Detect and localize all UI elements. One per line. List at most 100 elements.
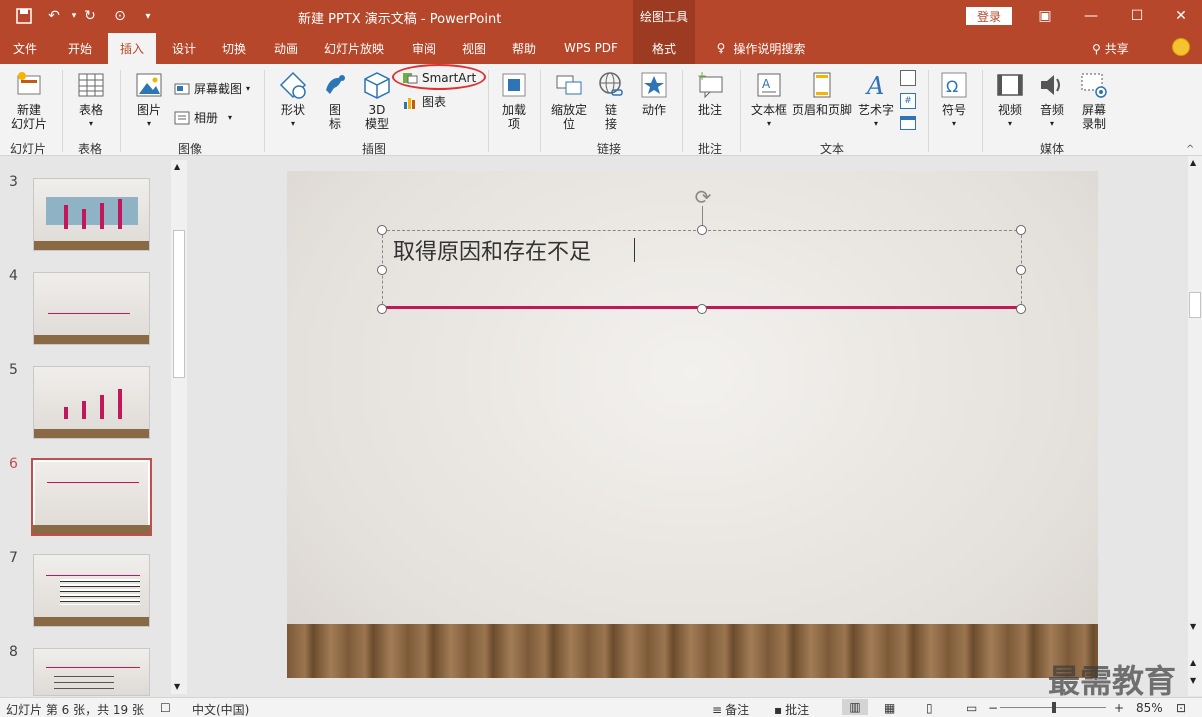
slideshow-view-icon[interactable]: ▭ <box>966 701 977 715</box>
tab-review[interactable]: 审阅 <box>402 32 446 64</box>
icons-button[interactable]: 图 标 <box>318 70 352 131</box>
3d-models-button[interactable]: 3D 模型 <box>358 70 396 131</box>
slide-thumbnail-current[interactable] <box>31 458 152 536</box>
addins-button[interactable]: 加载 项 <box>494 70 534 131</box>
slide-pane-scrollbar[interactable]: ▲ ▼ <box>171 160 187 694</box>
previous-slide-icon[interactable]: ▲ <box>1190 658 1196 667</box>
group-separator <box>62 70 63 152</box>
slide-thumbnail[interactable] <box>33 272 150 345</box>
comments-button[interactable]: ▪ 批注 <box>774 701 809 717</box>
close-icon[interactable]: ✕ <box>1166 4 1196 28</box>
symbol-button[interactable]: Ω 符号 ▾ <box>934 70 974 131</box>
table-button[interactable]: 表格 ▾ <box>70 70 112 131</box>
video-button[interactable]: 视频 ▾ <box>990 70 1030 131</box>
tab-view[interactable]: 视图 <box>452 32 496 64</box>
undo-icon[interactable]: ↶ <box>44 6 64 26</box>
header-footer-button[interactable]: 页眉和页脚 <box>790 70 854 117</box>
normal-view-icon[interactable]: ▥ <box>842 699 868 715</box>
resize-handle[interactable] <box>377 225 387 235</box>
picture-label: 图片 <box>136 103 161 117</box>
scroll-up-icon[interactable]: ▲ <box>174 162 180 171</box>
new-slide-button[interactable]: 新建 幻灯片 <box>4 70 54 131</box>
zoom-button[interactable]: 缩放定 位 <box>546 70 592 131</box>
redo-icon[interactable]: ↻ <box>80 6 100 26</box>
reading-view-icon[interactable]: ▯ <box>926 701 933 715</box>
spell-check-icon[interactable]: ☐ <box>160 701 171 715</box>
chart-label: 图表 <box>422 95 447 109</box>
slide-thumbnail[interactable] <box>33 648 150 696</box>
notes-button[interactable]: ≡ 备注 <box>712 701 749 717</box>
fit-to-window-icon[interactable]: ⊡ <box>1176 701 1186 715</box>
next-slide-icon[interactable]: ▼ <box>1190 676 1196 685</box>
slide-thumbnail[interactable] <box>33 554 150 627</box>
tab-insert[interactable]: 插入 <box>108 33 156 64</box>
tab-animations[interactable]: 动画 <box>264 32 308 64</box>
slide-number-icon[interactable]: # <box>900 93 916 109</box>
tab-design[interactable]: 设计 <box>162 32 206 64</box>
tab-home[interactable]: 开始 <box>58 32 102 64</box>
slide-pane-scroll-thumb[interactable] <box>173 230 185 378</box>
tab-transitions[interactable]: 切换 <box>212 32 256 64</box>
group-separator <box>682 70 683 152</box>
slide-title[interactable]: 取得原因和存在不足 <box>393 234 591 266</box>
scroll-down-icon[interactable]: ▼ <box>174 682 180 691</box>
powerpoint-window: ↶ ▾ ↻ ⊙ ▾ 新建 PPTX 演示文稿 - PowerPoint 绘图工具… <box>0 0 1202 717</box>
tab-slideshow[interactable]: 幻灯片放映 <box>318 32 390 64</box>
share-button[interactable]: ⚲ 共享 <box>1092 40 1129 57</box>
start-slideshow-icon[interactable]: ⊙ <box>110 6 130 26</box>
zoom-slider-knob[interactable] <box>1052 702 1056 713</box>
slide-sorter-icon[interactable]: ▦ <box>884 701 895 715</box>
comment-button[interactable]: + 批注 <box>690 70 730 117</box>
scroll-up-icon[interactable]: ▲ <box>1190 158 1196 167</box>
screenshot-button[interactable]: 屏幕截图 ▾ <box>174 80 250 97</box>
action-button[interactable]: 动作 <box>634 70 674 117</box>
minimize-icon[interactable]: — <box>1076 4 1106 28</box>
screen-recording-button[interactable]: 屏幕 录制 <box>1074 70 1114 131</box>
icons-label: 图 标 <box>328 103 341 131</box>
tab-format[interactable]: 格式 <box>633 32 695 64</box>
collapse-ribbon-icon[interactable]: ^ <box>1186 144 1194 155</box>
group-separator <box>740 70 741 152</box>
header-footer-label: 页眉和页脚 <box>791 103 852 117</box>
slide-thumbnail[interactable] <box>33 178 150 251</box>
shapes-button[interactable]: 形状 ▾ <box>272 70 314 131</box>
chart-button[interactable]: 图表 <box>402 93 446 110</box>
link-button[interactable]: 链 接 <box>594 70 628 131</box>
save-icon[interactable] <box>14 6 34 26</box>
tab-help[interactable]: 帮助 <box>502 32 546 64</box>
scroll-down-icon[interactable]: ▼ <box>1190 622 1196 631</box>
svg-text:A: A <box>865 72 884 100</box>
resize-handle[interactable] <box>697 304 707 314</box>
object-icon[interactable] <box>900 116 916 130</box>
resize-handle[interactable] <box>377 304 387 314</box>
resize-handle[interactable] <box>1016 265 1026 275</box>
zoom-out-icon[interactable]: − <box>988 701 998 715</box>
date-time-icon[interactable] <box>900 70 916 86</box>
zoom-level[interactable]: 85% <box>1136 701 1163 715</box>
resize-handle[interactable] <box>377 265 387 275</box>
ribbon-display-options-icon[interactable]: ▣ <box>1030 4 1060 28</box>
maximize-icon[interactable]: ☐ <box>1122 4 1152 28</box>
customize-toolbar-icon[interactable]: ▾ <box>138 6 158 26</box>
tab-wps-pdf[interactable]: WPS PDF <box>556 32 626 64</box>
picture-button[interactable]: 图片 ▾ <box>128 70 170 131</box>
photo-album-button[interactable]: 相册 ▾ <box>174 109 232 126</box>
rotate-handle-icon[interactable]: ⟳ <box>692 186 714 208</box>
slide-thumbnail[interactable] <box>33 366 150 439</box>
resize-handle[interactable] <box>697 225 707 235</box>
zoom-in-icon[interactable]: + <box>1114 701 1124 715</box>
comments-label: 批注 <box>785 703 810 717</box>
resize-handle[interactable] <box>1016 225 1026 235</box>
tab-file[interactable]: 文件 <box>4 32 46 64</box>
canvas-scroll-thumb[interactable] <box>1189 292 1201 318</box>
canvas-scrollbar[interactable]: ▲ ▼ ▲ ▼ <box>1188 156 1202 696</box>
login-button[interactable]: 登录 <box>966 7 1012 25</box>
audio-button[interactable]: 音频 ▾ <box>1032 70 1072 131</box>
language-status[interactable]: 中文(中国) <box>192 701 249 717</box>
resize-handle[interactable] <box>1016 304 1026 314</box>
tell-me-search[interactable]: ♀ 操作说明搜索 <box>706 32 816 64</box>
smiley-feedback-icon[interactable] <box>1172 38 1190 56</box>
screenshot-label: 屏幕截图 <box>194 82 243 96</box>
wordart-button[interactable]: A 艺术字 ▾ <box>856 70 896 131</box>
textbox-button[interactable]: A 文本框 ▾ <box>748 70 790 131</box>
